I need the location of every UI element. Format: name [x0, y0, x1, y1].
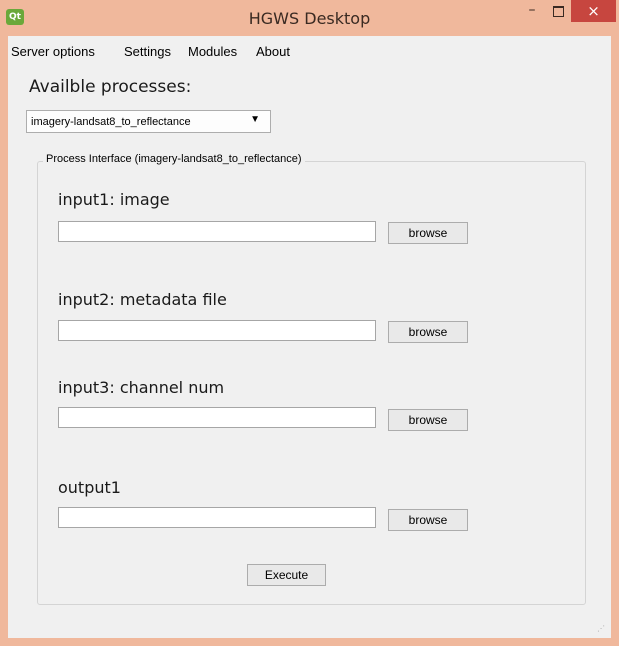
app-window: Qt HGWS Desktop – × Server options Setti…	[0, 0, 619, 646]
input2-field[interactable]	[58, 320, 376, 341]
menu-bar: Server options Settings Modules About	[8, 36, 611, 64]
execute-button[interactable]: Execute	[247, 564, 326, 586]
browse-input1-button[interactable]: browse	[388, 222, 468, 244]
menu-about[interactable]: About	[256, 44, 290, 59]
close-button[interactable]: ×	[571, 0, 616, 22]
group-title: Process Interface (imagery-landsat8_to_r…	[43, 153, 305, 165]
chevron-down-icon: ▼	[250, 114, 260, 125]
menu-modules[interactable]: Modules	[188, 44, 237, 59]
process-select[interactable]: imagery-landsat8_to_reflectance ▼	[26, 110, 271, 133]
minimize-button[interactable]: –	[519, 0, 545, 22]
process-select-value: imagery-landsat8_to_reflectance	[31, 116, 191, 128]
resize-grip-icon[interactable]: ⋰	[597, 624, 607, 634]
menu-server-options[interactable]: Server options	[11, 44, 95, 59]
output1-field[interactable]	[58, 507, 376, 528]
input3-field[interactable]	[58, 407, 376, 428]
input1-field[interactable]	[58, 221, 376, 242]
browse-output1-button[interactable]: browse	[388, 509, 468, 531]
maximize-icon	[552, 6, 564, 17]
processes-label: Availble processes:	[29, 77, 192, 97]
maximize-button[interactable]	[545, 0, 571, 22]
title-bar[interactable]: Qt HGWS Desktop – ×	[0, 0, 619, 36]
browse-input2-button[interactable]: browse	[388, 321, 468, 343]
menu-settings[interactable]: Settings	[124, 44, 171, 59]
input3-label: input3: channel num	[58, 378, 225, 397]
output1-label: output1	[58, 478, 121, 497]
input2-label: input2: metadata file	[58, 290, 227, 309]
input1-label: input1: image	[58, 190, 170, 209]
browse-input3-button[interactable]: browse	[388, 409, 468, 431]
